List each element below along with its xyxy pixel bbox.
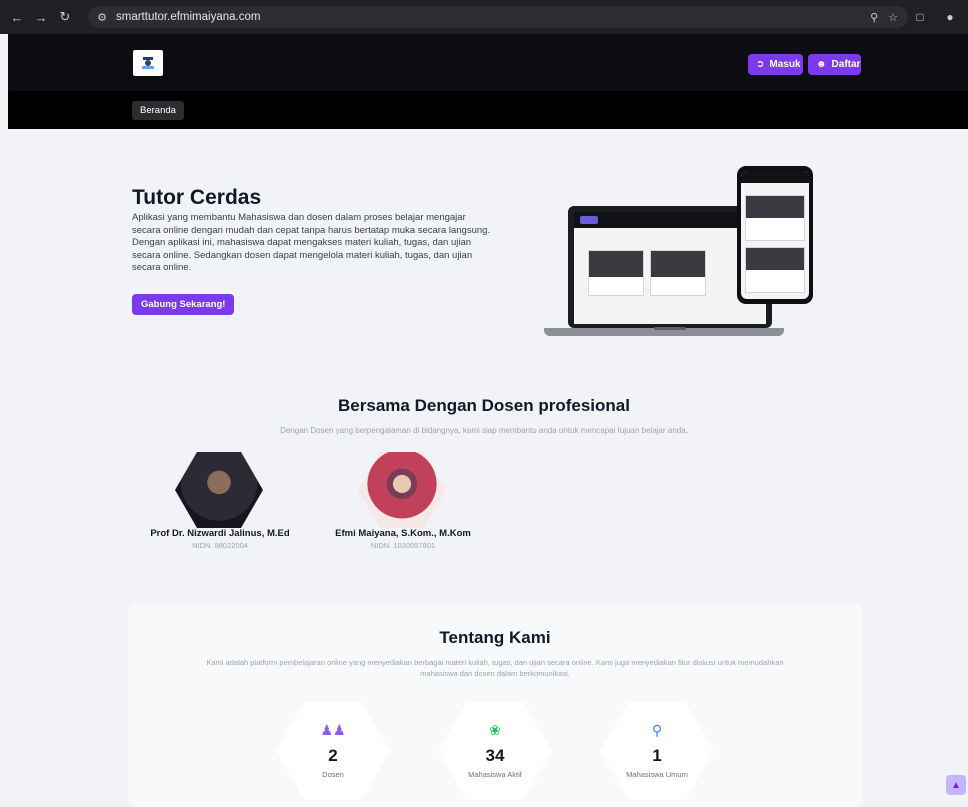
- avatar: [175, 452, 263, 528]
- site-header: ➲ Masuk ☻ Daftar: [8, 34, 968, 91]
- phone-course-card: [745, 247, 805, 293]
- extensions-icon[interactable]: □: [910, 6, 930, 28]
- bookmark-star-icon[interactable]: ☆: [888, 11, 898, 24]
- dosen-section-title: Bersama Dengan Dosen profesional: [338, 396, 630, 415]
- register-label: Daftar: [831, 59, 861, 70]
- lecturer-nidn: NIDN. 88022004: [192, 541, 248, 550]
- hero-description: Aplikasi yang membantu Mahasiswa dan dos…: [132, 212, 492, 275]
- zoom-icon[interactable]: ⚲: [870, 11, 878, 24]
- stat-label: Dosen: [322, 770, 344, 779]
- lecturer-nidn: NIDN. 1030057801: [370, 541, 436, 550]
- user-search-icon: ⚲: [651, 722, 663, 738]
- stat-value: 1: [652, 746, 662, 765]
- main-nav: Beranda: [8, 91, 968, 129]
- about-title: Tentang Kami: [439, 628, 551, 647]
- hero-title: Tutor Cerdas: [132, 186, 262, 209]
- stat-label: Mahasiswa Umum: [626, 770, 688, 779]
- site-info-icon[interactable]: ⚙: [94, 9, 110, 25]
- url-text: smarttutor.efmimaiyana.com: [116, 11, 261, 23]
- login-button[interactable]: ➲ Masuk: [748, 54, 803, 75]
- back-icon[interactable]: ←: [6, 6, 28, 28]
- hero-desc-2: Dengan aplikasi ini, mahasiswa dapat men…: [132, 237, 473, 273]
- nav-item-beranda[interactable]: Beranda: [132, 101, 184, 120]
- stat-value: 34: [485, 746, 505, 765]
- register-button[interactable]: ☻ Daftar: [808, 54, 861, 75]
- login-icon: ➲: [756, 59, 765, 70]
- laptop-course-card: [650, 250, 706, 296]
- reload-icon[interactable]: ↻: [54, 6, 76, 28]
- forward-icon[interactable]: →: [30, 6, 52, 28]
- lecturer-name: Prof Dr. Nizwardi Jalinus, M.Ed: [150, 528, 290, 539]
- address-bar[interactable]: ⚙ smarttutor.efmimaiyana.com ⚲ ☆: [88, 6, 908, 28]
- site-logo[interactable]: [133, 50, 163, 76]
- users-icon: ♟♟: [320, 722, 346, 738]
- about-description: Kami adalah platform pembelajaran online…: [206, 658, 784, 678]
- profile-icon[interactable]: ●: [940, 6, 960, 28]
- phone-course-card: [745, 195, 805, 241]
- phone-screen-header: [741, 171, 809, 183]
- scroll-to-top-button[interactable]: ▲: [946, 775, 966, 795]
- hero-desc-1: Aplikasi yang membantu Mahasiswa dan dos…: [132, 212, 491, 236]
- logo-icon: [142, 57, 154, 69]
- avatar: [358, 452, 446, 528]
- login-label: Masuk: [769, 59, 801, 70]
- phone-screen: [741, 171, 809, 299]
- chevron-up-icon: ▲: [951, 779, 961, 791]
- laptop-course-card: [588, 250, 644, 296]
- dosen-section-subtitle: Dengan Dosen yang berpengalaman di bidan…: [280, 426, 688, 435]
- user-add-icon: ☻: [816, 59, 827, 70]
- laptop-notch: [654, 327, 686, 330]
- browser-toolbar: ← → ↻ ⚙ smarttutor.efmimaiyana.com ⚲ ☆ □…: [0, 0, 968, 34]
- phone-illustration: [737, 166, 813, 304]
- stat-label: Mahasiswa Aktif: [468, 770, 522, 779]
- user-group-icon: ❀: [489, 722, 501, 738]
- join-now-button[interactable]: Gabung Sekarang!: [132, 294, 235, 315]
- stat-value: 2: [328, 746, 338, 765]
- lecturer-name: Efmi Maiyana, S.Kom., M.Kom: [335, 528, 471, 539]
